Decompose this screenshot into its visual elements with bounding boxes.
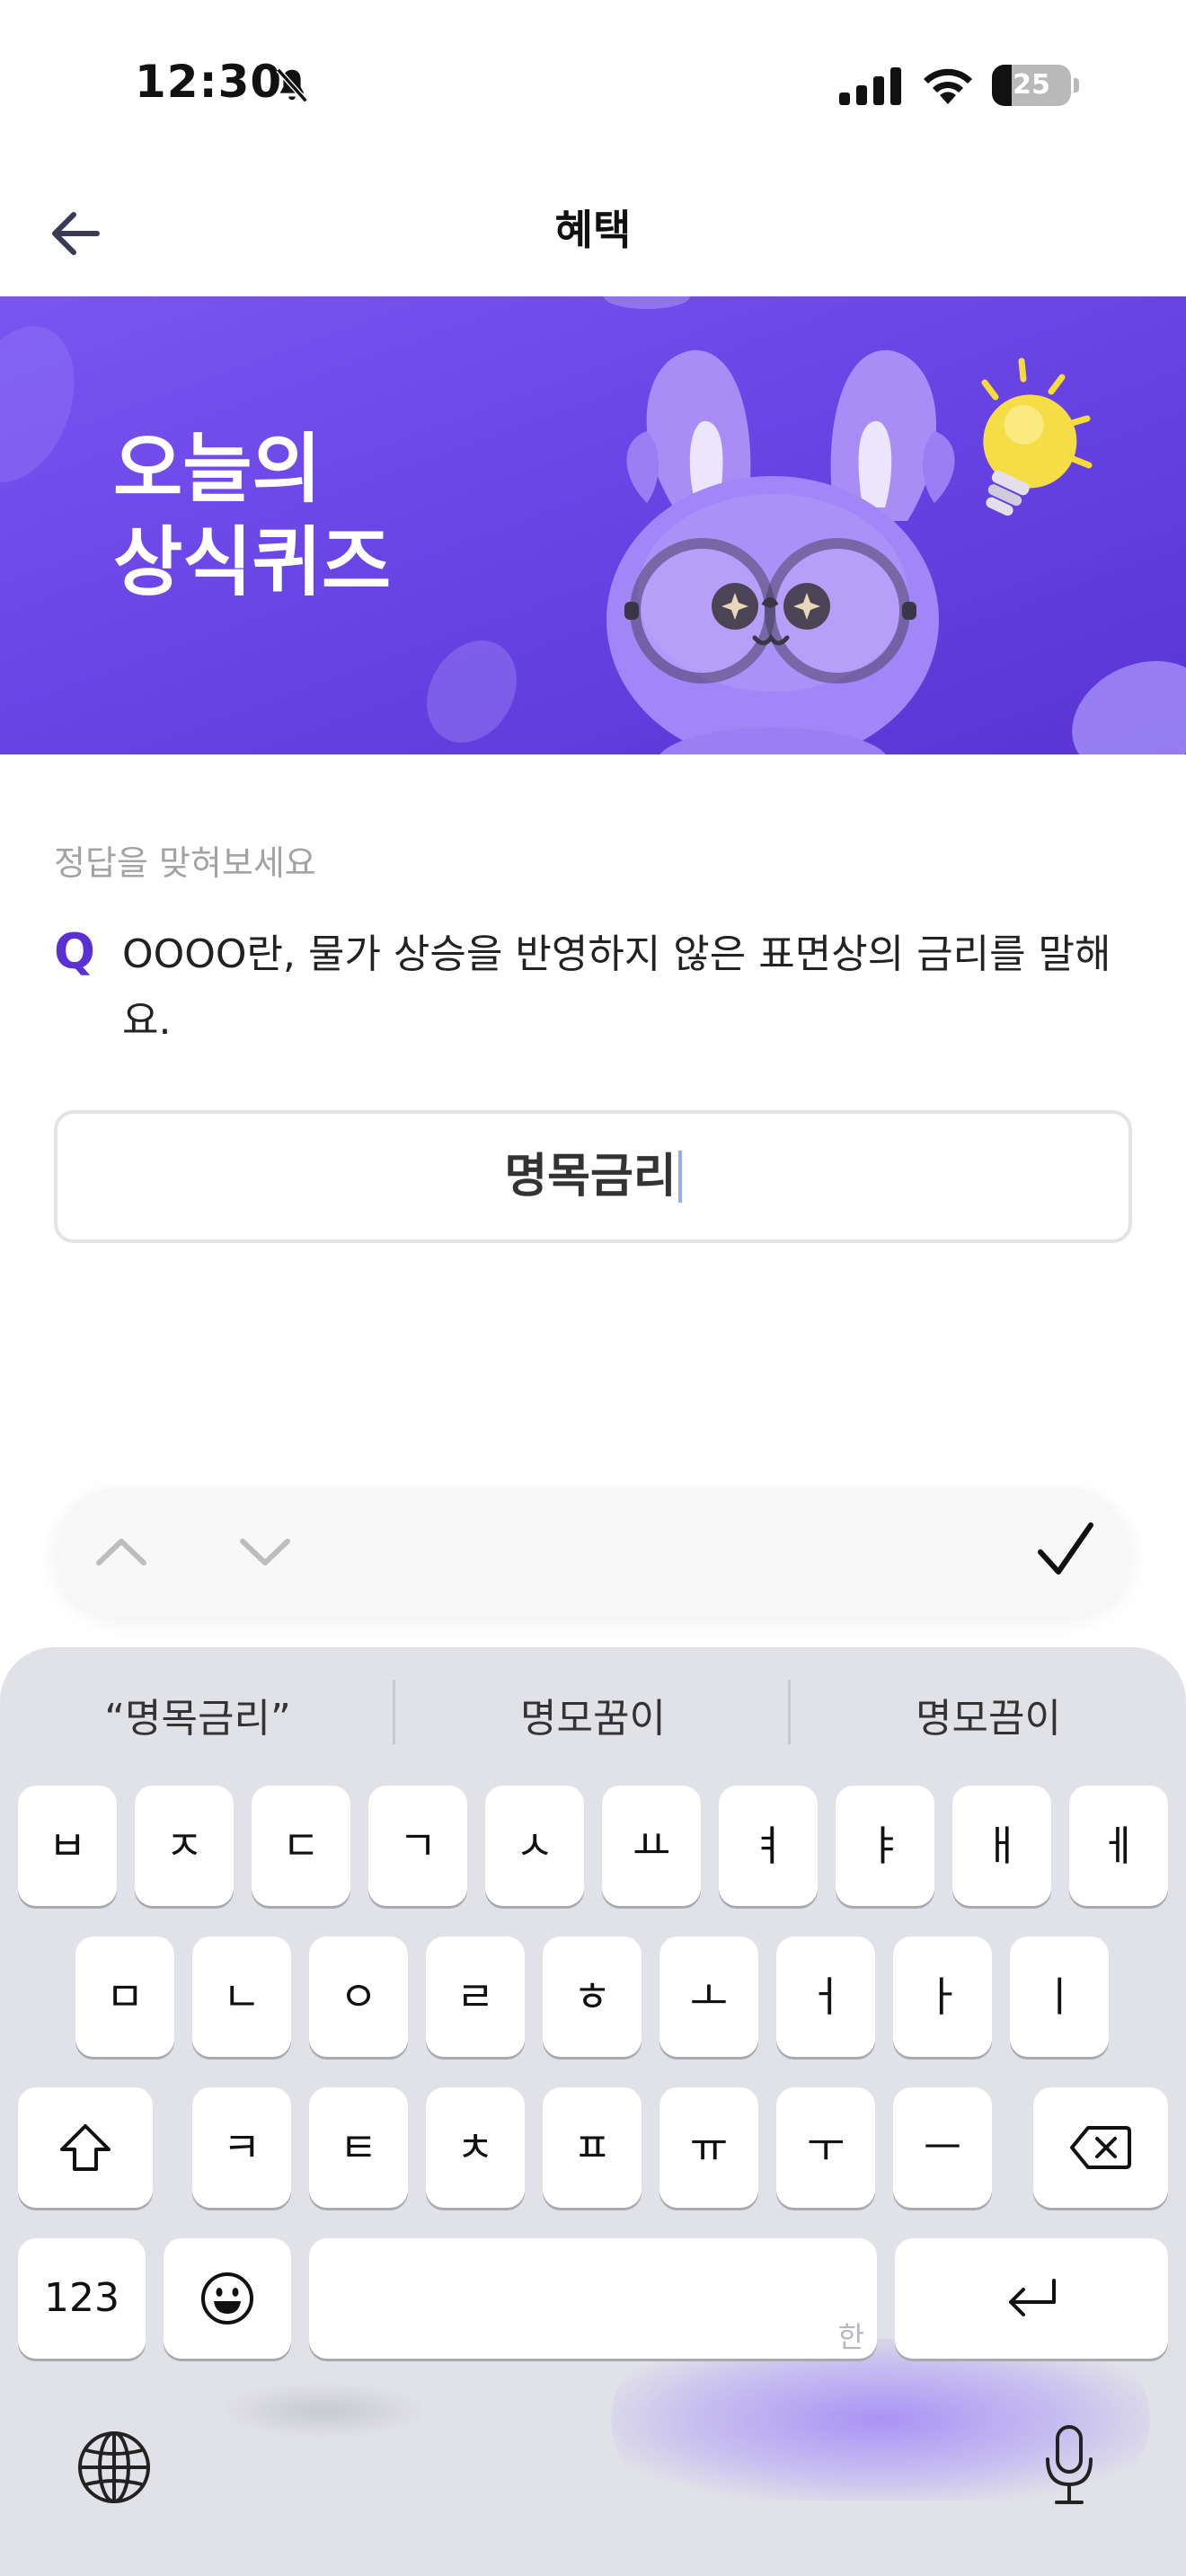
wifi-icon — [924, 68, 972, 104]
question-hint: 정답을 맞혀보세요 — [54, 843, 316, 883]
answer-text: 명목금리 — [504, 1150, 677, 1204]
key[interactable]: ㅛ — [602, 1786, 701, 1906]
key[interactable]: ㅏ — [893, 1936, 992, 2057]
checkmark-icon[interactable] — [1030, 1514, 1102, 1586]
key[interactable]: ㅋ — [192, 2087, 291, 2208]
key[interactable]: ㅣ — [1010, 1936, 1109, 2057]
key[interactable]: ㅓ — [776, 1936, 875, 2057]
key[interactable]: ㄷ — [252, 1786, 350, 1906]
quiz-banner: 오늘의 상식퀴즈 — [0, 296, 1186, 754]
key[interactable]: ㅕ — [719, 1786, 818, 1906]
key[interactable]: ㅑ — [836, 1786, 934, 1906]
key[interactable]: ㅜ — [776, 2087, 875, 2208]
shift-key[interactable] — [18, 2087, 153, 2208]
key[interactable]: ㅡ — [893, 2087, 992, 2208]
key[interactable]: ㄹ — [426, 1936, 525, 2057]
cellular-signal-icon — [839, 67, 901, 105]
battery-level: 25 — [1013, 69, 1050, 101]
key[interactable]: ㅂ — [18, 1786, 117, 1906]
background-glow — [225, 2384, 422, 2438]
return-key[interactable] — [895, 2238, 1168, 2359]
key[interactable]: ㅎ — [543, 1936, 642, 2057]
emoji-key[interactable] — [164, 2238, 291, 2359]
status-time: 12:30 — [135, 56, 283, 108]
banner-title-line1: 오늘의 — [113, 425, 322, 513]
page-title: 혜택 — [554, 206, 632, 254]
key[interactable]: ㅅ — [485, 1786, 584, 1906]
key[interactable]: ㄱ — [368, 1786, 467, 1906]
battery-icon: 25 — [992, 65, 1079, 106]
key[interactable]: ㅠ — [659, 2087, 758, 2208]
key[interactable]: ㅇ — [309, 1936, 408, 2057]
banner-title-line2: 상식퀴즈 — [113, 518, 392, 606]
emoji-icon — [201, 2272, 253, 2325]
q-mark: Q — [54, 923, 95, 980]
suggestion-3[interactable]: 명모끔이 — [827, 1674, 1150, 1764]
banner-title: 오늘의 상식퀴즈 — [113, 422, 391, 609]
globe-icon[interactable] — [75, 2429, 153, 2506]
korean-keyboard: “명목금리” 명모꿈이 명모끔이 ㅂ ㅈ ㄷ ㄱ ㅅ ㅛ ㅕ ㅑ ㅐ ㅔ ㅁ ㄴ… — [0, 1647, 1186, 2576]
key[interactable]: ㄴ — [192, 1936, 291, 2057]
answer-input[interactable]: 명목금리 — [54, 1110, 1132, 1243]
key[interactable]: ㅐ — [952, 1786, 1051, 1906]
key[interactable]: ㅌ — [309, 2087, 408, 2208]
numbers-key[interactable]: 123 — [18, 2238, 146, 2359]
suggestion-divider — [393, 1680, 395, 1744]
key[interactable]: ㅊ — [426, 2087, 525, 2208]
answer-value: 명목금리 — [58, 1114, 1128, 1239]
return-icon — [1009, 2279, 1056, 2316]
chevron-up-icon[interactable] — [90, 1525, 153, 1579]
suggestion-divider — [788, 1680, 791, 1744]
delete-key[interactable] — [1033, 2087, 1168, 2208]
key[interactable]: ㅍ — [543, 2087, 642, 2208]
question-text: OOOO란, 물가 상승을 반영하지 않은 표면상의 금리를 말해요. — [122, 931, 1111, 1044]
space-language-hint: 한 — [837, 2320, 864, 2354]
key[interactable]: ㅔ — [1069, 1786, 1168, 1906]
bell-slash-icon — [276, 67, 308, 103]
key[interactable]: ㅁ — [75, 1936, 174, 2057]
shift-icon — [60, 2124, 111, 2171]
text-caret — [677, 1151, 682, 1203]
top-nav: 혜택 — [0, 171, 1186, 296]
microphone-icon[interactable] — [1042, 2423, 1096, 2510]
key[interactable]: ㅈ — [135, 1786, 234, 1906]
space-key[interactable]: 한 — [309, 2238, 877, 2359]
delete-icon — [1070, 2126, 1131, 2169]
status-bar: 12:30 25 — [0, 0, 1186, 171]
chevron-down-icon[interactable] — [234, 1525, 296, 1579]
suggestion-2[interactable]: 명모꿈이 — [431, 1674, 755, 1764]
keyboard-accessory-bar — [54, 1487, 1132, 1617]
key[interactable]: ㅗ — [659, 1936, 758, 2057]
suggestion-1[interactable]: “명목금리” — [36, 1674, 359, 1764]
